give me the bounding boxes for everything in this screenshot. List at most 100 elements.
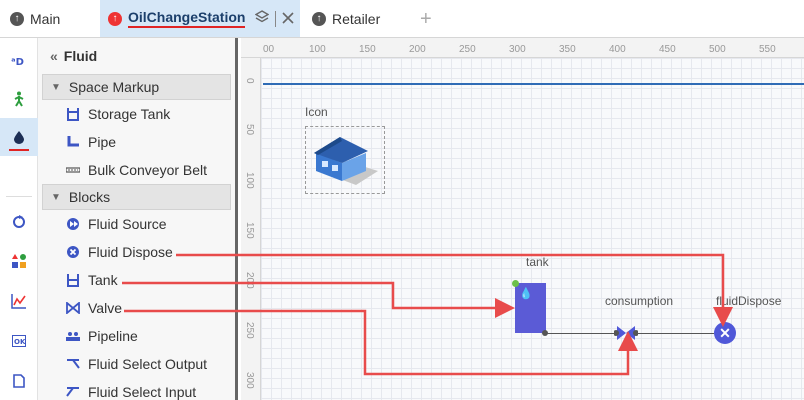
tab-bar: ↑ Main ↑ OilChangeStation ↑ Retailer + [0, 0, 804, 38]
item-label: Pipe [88, 134, 117, 150]
presentation-icon[interactable] [0, 242, 38, 280]
agent-type-icon: ↑ [108, 11, 122, 26]
palette-item-valve[interactable]: Valve [38, 294, 235, 322]
library-rail: ᵃD OK [0, 38, 38, 400]
palette-panel: « Fluid ▼ Space Markup Storage Tank Pipe… [38, 38, 238, 400]
ruler-tick: 500 [709, 44, 726, 55]
item-label: Fluid Select Output [88, 356, 208, 372]
close-icon[interactable] [282, 11, 295, 27]
section-label: Blocks [68, 189, 111, 205]
ruler-tick: 200 [244, 272, 255, 289]
house-icon [314, 137, 378, 185]
document-icon[interactable] [0, 362, 38, 400]
droplet-icon: 💧 [519, 288, 533, 300]
chevron-down-icon: ▼ [51, 191, 61, 203]
icon-label: Icon [305, 105, 328, 119]
fluid-dispose-icon [66, 245, 80, 259]
fluid-dispose-block[interactable]: ✕ [714, 322, 736, 344]
ruler-tick: 150 [359, 44, 376, 55]
ruler-tick: 550 [759, 44, 776, 55]
pipe-icon [66, 135, 80, 149]
flow-connector[interactable] [546, 333, 614, 334]
dispose-label: fluidDispose [716, 294, 782, 308]
divider [6, 196, 32, 197]
agent-type-icon: ↑ [10, 11, 24, 26]
model-canvas[interactable] [241, 38, 804, 400]
tab-label: OilChangeStation [128, 9, 246, 28]
item-label: Tank [88, 272, 118, 288]
ruler-tick: 00 [263, 44, 275, 55]
tank-label: tank [526, 255, 549, 269]
valve-icon [66, 301, 80, 315]
ruler-tick: 50 [244, 124, 255, 136]
tab-retailer[interactable]: ↑ Retailer [312, 0, 380, 37]
icon-selection-box[interactable] [305, 126, 385, 194]
ruler-tick: 100 [309, 44, 326, 55]
valve-block[interactable] [614, 324, 638, 342]
section-space-markup[interactable]: ▼ Space Markup [42, 74, 231, 100]
valve-label: consumption [605, 294, 674, 308]
tab-main[interactable]: ↑ Main [10, 0, 60, 37]
svg-text:OK: OK [14, 338, 26, 346]
ruler-tick: 100 [244, 172, 255, 189]
ruler-tick: 250 [244, 322, 255, 339]
item-label: Fluid Source [88, 216, 167, 232]
item-label: Storage Tank [88, 106, 171, 122]
agent-icon[interactable]: ᵃD [0, 42, 38, 80]
select-output-icon [66, 357, 80, 371]
ruler-tick: 0 [244, 78, 255, 84]
process-icon[interactable] [0, 202, 38, 240]
tab-oilchangestation[interactable]: ↑ OilChangeStation [100, 0, 300, 37]
tank-icon [66, 273, 80, 287]
item-label: Valve [88, 300, 122, 316]
ruler-tick: 300 [509, 44, 526, 55]
ruler-tick: 250 [459, 44, 476, 55]
palette-item-tank[interactable]: Tank [38, 266, 235, 294]
add-tab-button[interactable]: + [420, 8, 432, 31]
item-label: Fluid Select Input [88, 384, 197, 400]
palette-title: Fluid [63, 48, 98, 64]
origin-axis-line [263, 83, 804, 85]
tab-label: Retailer [332, 10, 381, 27]
vertical-ruler: 0 50 100 150 200 250 300 [241, 58, 261, 400]
layers-icon[interactable] [255, 10, 270, 27]
ruler-tick: 200 [409, 44, 426, 55]
palette-item-bulk-conveyor-belt[interactable]: Bulk Conveyor Belt [38, 156, 235, 184]
ruler-tick: 400 [609, 44, 626, 55]
storage-tank-icon [66, 107, 80, 121]
palette-item-fluid-dispose[interactable]: Fluid Dispose [38, 238, 235, 266]
ruler-tick: 450 [659, 44, 676, 55]
select-input-icon [66, 385, 80, 399]
divider [275, 10, 277, 27]
palette-header: « Fluid [38, 38, 235, 74]
palette-item-fluid-source[interactable]: Fluid Source [38, 210, 235, 238]
tank-status-dot [512, 280, 519, 287]
svg-text:ᵃD: ᵃD [11, 57, 24, 68]
palette-item-fluid-select-input[interactable]: Fluid Select Input [38, 378, 235, 400]
agent-type-icon: ↑ [312, 11, 326, 26]
palette-item-pipeline[interactable]: Pipeline [38, 322, 235, 350]
conveyor-icon [66, 163, 80, 177]
fluid-source-icon [66, 217, 80, 231]
palette-item-pipe[interactable]: Pipe [38, 128, 235, 156]
palette-item-fluid-select-output[interactable]: Fluid Select Output [38, 350, 235, 378]
collapse-double-chevron-icon[interactable]: « [50, 48, 58, 64]
pedestrian-icon[interactable] [0, 80, 38, 118]
pipeline-icon [66, 329, 80, 343]
section-blocks[interactable]: ▼ Blocks [42, 184, 231, 210]
ruler-tick: 350 [559, 44, 576, 55]
tab-label: Main [30, 10, 61, 27]
chevron-down-icon: ▼ [51, 81, 61, 93]
palette-item-storage-tank[interactable]: Storage Tank [38, 100, 235, 128]
horizontal-ruler: 00 100 150 200 250 300 350 400 450 500 5… [241, 38, 804, 58]
ruler-tick: 150 [244, 222, 255, 239]
item-label: Pipeline [88, 328, 138, 344]
fluid-icon[interactable] [0, 118, 38, 156]
section-label: Space Markup [68, 79, 160, 95]
item-label: Fluid Dispose [88, 244, 173, 260]
ruler-tick: 300 [244, 372, 255, 389]
flow-connector[interactable] [638, 333, 714, 334]
analysis-icon[interactable] [0, 282, 38, 320]
controls-icon[interactable]: OK [0, 322, 38, 360]
item-label: Bulk Conveyor Belt [88, 162, 208, 178]
